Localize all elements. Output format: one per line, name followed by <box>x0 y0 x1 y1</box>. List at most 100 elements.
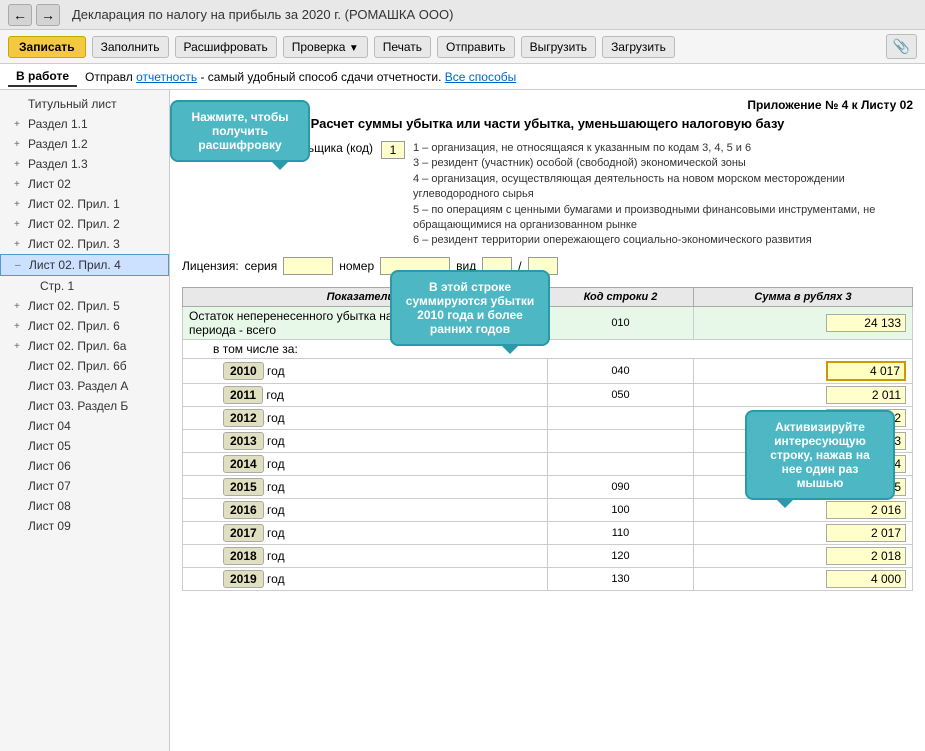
zagruzit-button[interactable]: Загрузить <box>602 36 675 58</box>
sidebar-label-list05: Лист 05 <box>28 439 71 453</box>
year-row-label-2015: 2015 год <box>183 475 548 498</box>
year-input-2011[interactable] <box>826 386 906 404</box>
year-input-2017[interactable] <box>826 524 906 542</box>
priznak-desc-item: 3 – резидент (участник) особой (свободно… <box>413 156 913 171</box>
year-row-code-2010: 040 <box>548 358 694 383</box>
year-unit-2018: год <box>267 549 285 563</box>
priznak-descriptions: 1 – организация, не относящаяся к указан… <box>413 141 913 249</box>
year-input-2018[interactable] <box>826 547 906 565</box>
rasshifrovat-button[interactable]: Расшифровать <box>175 36 277 58</box>
sidebar-item-list03razdelB[interactable]: Лист 03. Раздел Б <box>0 396 169 416</box>
year-unit-2017: год <box>267 526 285 540</box>
year-row-code-2019: 130 <box>548 567 694 590</box>
sidebar-item-list09[interactable]: Лист 09 <box>0 516 169 536</box>
year-row-value-2018[interactable] <box>694 544 913 567</box>
year-badge-2011: 2011 <box>223 386 263 404</box>
sidebar-item-list04[interactable]: Лист 04 <box>0 416 169 436</box>
sidebar-label-list03razdelB: Лист 03. Раздел Б <box>28 399 128 413</box>
year-input-2010[interactable] <box>826 361 906 381</box>
year-row-code-2011: 050 <box>548 383 694 406</box>
sidebar-label-list09: Лист 09 <box>28 519 71 533</box>
sidebar-item-list07[interactable]: Лист 07 <box>0 476 169 496</box>
sidebar-item-list02pril1[interactable]: +Лист 02. Прил. 1 <box>0 194 169 214</box>
status-bar: В работе Отправл отчетность - самый удоб… <box>0 64 925 90</box>
table-row-year-2010[interactable]: 2010 год 040 <box>183 358 913 383</box>
table-row-year-2016[interactable]: 2016 год 100 <box>183 498 913 521</box>
year-row-code-2017: 110 <box>548 521 694 544</box>
tooltip-rasshifrovat: Нажмите, чтобы получить расшифровку <box>170 100 310 162</box>
sidebar-item-list02pril6[interactable]: +Лист 02. Прил. 6 <box>0 316 169 336</box>
year-row-label-2014: 2014 год <box>183 452 548 475</box>
status-desc: отчетность - самый удобный способ сдачи … <box>133 70 517 84</box>
table-row-year-2019[interactable]: 2019 год 130 <box>183 567 913 590</box>
main-row-value[interactable] <box>694 306 913 339</box>
status-otprav: Отправл <box>85 70 133 84</box>
sidebar-label-list02pril4: Лист 02. Прил. 4 <box>29 258 121 272</box>
zapisat-button[interactable]: Записать <box>8 36 86 58</box>
year-row-value-2016[interactable] <box>694 498 913 521</box>
year-badge-2017: 2017 <box>223 524 264 542</box>
pechat-button[interactable]: Печать <box>374 36 431 58</box>
table-row-year-2018[interactable]: 2018 год 120 <box>183 544 913 567</box>
zapolnit-button[interactable]: Заполнить <box>92 36 169 58</box>
year-row-value-2010[interactable] <box>694 358 913 383</box>
nav-buttons: ← → <box>8 4 60 26</box>
sidebar-label-list02pril5: Лист 02. Прил. 5 <box>28 299 120 313</box>
year-row-label-2019: 2019 год <box>183 567 548 590</box>
sidebar-item-razdel13[interactable]: +Раздел 1.3 <box>0 154 169 174</box>
year-unit-2013: год <box>267 434 285 448</box>
licenziya-seriya-input[interactable] <box>283 257 333 275</box>
sidebar-item-str1[interactable]: Стр. 1 <box>0 276 169 296</box>
sidebar-item-list02[interactable]: +Лист 02 <box>0 174 169 194</box>
otchetnost-link[interactable]: отчетность <box>136 70 197 84</box>
sidebar-item-list05[interactable]: Лист 05 <box>0 436 169 456</box>
table-row-year-2017[interactable]: 2017 год 110 <box>183 521 913 544</box>
sidebar-label-list07: Лист 07 <box>28 479 71 493</box>
sidebar-item-list03razdelA[interactable]: Лист 03. Раздел А <box>0 376 169 396</box>
year-row-value-2011[interactable] <box>694 383 913 406</box>
year-unit-2019: год <box>267 572 285 586</box>
expand-icon-list02: + <box>14 179 24 190</box>
col3-header: Сумма в рублях 3 <box>694 287 913 306</box>
year-row-label-2010: 2010 год <box>183 358 548 383</box>
priznak-input[interactable] <box>381 141 405 159</box>
sidebar-item-list02pril4[interactable]: –Лист 02. Прил. 4 <box>0 254 169 276</box>
sidebar-item-list02pril2[interactable]: +Лист 02. Прил. 2 <box>0 214 169 234</box>
main-row-input[interactable] <box>826 314 906 332</box>
sidebar-item-list08[interactable]: Лист 08 <box>0 496 169 516</box>
sidebar-label-razdel12: Раздел 1.2 <box>28 137 88 151</box>
sidebar-item-list02pril3[interactable]: +Лист 02. Прил. 3 <box>0 234 169 254</box>
back-button[interactable]: ← <box>8 4 32 26</box>
table-row-year-2011[interactable]: 2011 год 050 <box>183 383 913 406</box>
sidebar-label-list02pril6: Лист 02. Прил. 6 <box>28 319 120 333</box>
year-input-2016[interactable] <box>826 501 906 519</box>
sidebar-label-list02pril6a: Лист 02. Прил. 6а <box>28 339 126 353</box>
year-row-code-2018: 120 <box>548 544 694 567</box>
sidebar-item-list02pril5[interactable]: +Лист 02. Прил. 5 <box>0 296 169 316</box>
sidebar-item-list02pril6a[interactable]: +Лист 02. Прил. 6а <box>0 336 169 356</box>
proverka-button[interactable]: Проверка ▼ <box>283 36 368 58</box>
all-ways-link[interactable]: Все способы <box>445 70 517 84</box>
tooltip-summiruutsya: В этой строке суммируются убытки 2010 го… <box>390 270 550 346</box>
sidebar-item-list02pril6b[interactable]: Лист 02. Прил. 6б <box>0 356 169 376</box>
sidebar-item-list06[interactable]: Лист 06 <box>0 456 169 476</box>
forward-button[interactable]: → <box>36 4 60 26</box>
seriya-label: серия <box>245 259 278 273</box>
sidebar-label-razdel11: Раздел 1.1 <box>28 117 88 131</box>
status-tab-v-rabote[interactable]: В работе <box>8 67 77 87</box>
sidebar-label-list04: Лист 04 <box>28 419 71 433</box>
year-input-2019[interactable] <box>826 570 906 588</box>
year-row-value-2017[interactable] <box>694 521 913 544</box>
licenziya-label: Лицензия: <box>182 259 239 273</box>
year-row-label-2018: 2018 год <box>183 544 548 567</box>
sidebar-item-razdel11[interactable]: +Раздел 1.1 <box>0 114 169 134</box>
sidebar-item-titulny[interactable]: Титульный лист <box>0 94 169 114</box>
title-bar: ← → Декларация по налогу на прибыль за 2… <box>0 0 925 30</box>
year-badge-2016: 2016 <box>223 501 264 519</box>
attachment-button[interactable]: 📎 <box>886 34 917 59</box>
otpravit-button[interactable]: Отправить <box>437 36 515 58</box>
year-row-value-2019[interactable] <box>694 567 913 590</box>
vygruzit-button[interactable]: Выгрузить <box>521 36 597 58</box>
year-badge-2012: 2012 <box>223 409 264 427</box>
sidebar-item-razdel12[interactable]: +Раздел 1.2 <box>0 134 169 154</box>
